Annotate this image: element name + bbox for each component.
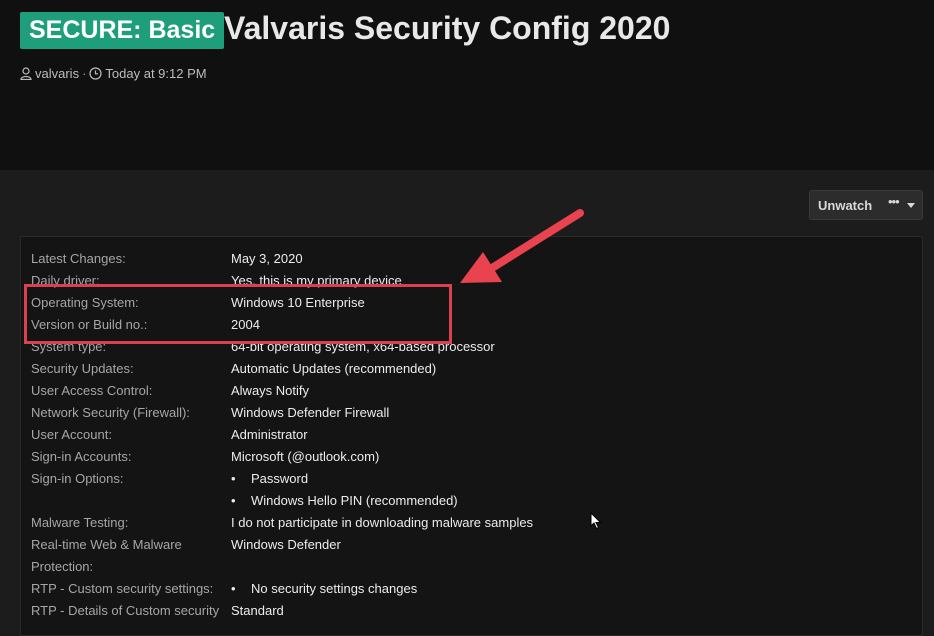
config-value: Standard — [231, 603, 284, 618]
config-row: RTP - Custom security settings: • No secur… — [21, 577, 922, 599]
config-label: Security Updates: — [31, 361, 134, 376]
config-value: Windows Defender Firewall — [231, 405, 390, 420]
mouse-cursor-icon — [590, 512, 602, 530]
config-row: RTP - Details of Custom security Standard — [21, 599, 922, 621]
bullet-icon: • — [231, 471, 236, 486]
config-label: Sign-in Accounts: — [31, 449, 132, 464]
config-value: Windows Hello PIN (recommended) — [251, 493, 458, 508]
config-value: Administrator — [231, 427, 308, 442]
config-row: Sign-in Accounts: Microsoft (@outlook.com… — [21, 445, 922, 467]
highlight-box — [24, 284, 452, 344]
unwatch-button[interactable]: Unwatch ••• — [809, 190, 923, 220]
meta-separator: · — [82, 66, 87, 81]
config-value: May 3, 2020 — [231, 251, 303, 266]
config-label: RTP - Details of Custom security — [31, 603, 220, 618]
chevron-down-icon[interactable] — [907, 203, 915, 208]
clock-icon — [89, 67, 103, 80]
config-value: No security settings changes — [251, 581, 418, 596]
config-label: Sign-in Options: — [31, 471, 124, 486]
config-label: User Access Control: — [31, 383, 153, 398]
config-row: Network Security (Firewall): Windows Defe… — [21, 401, 922, 423]
config-row: Security Updates: Automatic Updates (reco… — [21, 357, 922, 379]
config-value: Password — [251, 471, 309, 486]
config-label: Network Security (Firewall): — [31, 405, 190, 420]
config-label: Real-time Web & Malware — [31, 537, 182, 552]
config-value: Windows Defender — [231, 537, 341, 552]
unwatch-label: Unwatch — [818, 198, 873, 213]
config-row: • Windows Hello PIN (recommended) — [21, 489, 922, 511]
config-row: Latest Changes: May 3, 2020 — [21, 247, 922, 269]
config-value: Automatic Updates (recommended) — [231, 361, 437, 376]
config-row: Malware Testing: I do not participate in … — [21, 511, 922, 533]
more-options-icon[interactable]: ••• — [888, 194, 900, 209]
bullet-icon: • — [231, 493, 236, 508]
config-label: RTP - Custom security settings: — [31, 581, 214, 596]
user-icon — [20, 67, 32, 80]
config-label: User Account: — [31, 427, 112, 442]
post-time[interactable]: Today at 9:12 PM — [105, 66, 206, 81]
config-value: I do not participate in downloading malw… — [231, 515, 534, 530]
thread-header: SECURE: Basic Valvaris Security Config 2… — [0, 0, 934, 170]
config-row: Real-time Web & Malware Windows Defender — [21, 533, 922, 555]
config-label: Protection: — [31, 559, 94, 574]
config-label: Latest Changes: — [31, 251, 126, 266]
config-row: Sign-in Options: • Password — [21, 467, 922, 489]
page-title: Valvaris Security Config 2020 — [224, 10, 671, 46]
config-label: Malware Testing: — [31, 515, 129, 530]
config-row: Protection: — [21, 555, 922, 577]
author-link[interactable]: valvaris — [35, 66, 79, 81]
config-value: Always Notify — [231, 383, 310, 398]
config-row: User Account: Administrator — [21, 423, 922, 445]
thread-meta: valvaris · Today at 9:12 PM — [20, 66, 207, 81]
config-row: User Access Control: Always Notify — [21, 379, 922, 401]
bullet-icon: • — [231, 581, 236, 596]
config-value: Microsoft (@outlook.com) — [231, 449, 380, 464]
prefix-badge[interactable]: SECURE: Basic — [20, 12, 225, 49]
